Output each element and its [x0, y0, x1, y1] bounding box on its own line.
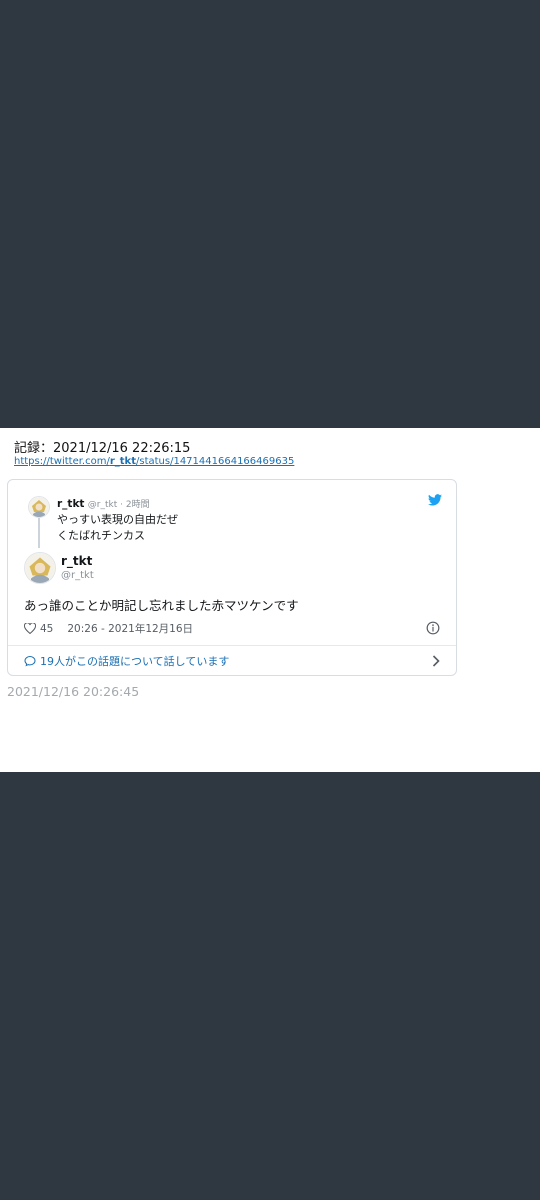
avatar-illustration-icon: [25, 553, 55, 583]
like-count[interactable]: 45: [40, 623, 53, 635]
status-link-prefix: https://twitter.com/: [14, 456, 110, 467]
main-avatar[interactable]: [24, 552, 56, 584]
twitter-bird-icon[interactable]: [428, 494, 442, 506]
author-display-name[interactable]: r_tkt: [61, 554, 92, 568]
parent-meta: @r_tkt · 2時間: [87, 500, 150, 510]
status-link[interactable]: https://twitter.com/r_tkt/status/1471441…: [14, 456, 294, 467]
embedded-tweet-card[interactable]: r_tkt @r_tkt · 2時間 やっすい表現の自由だぜ くたばれチンカス …: [7, 479, 457, 676]
talking-about-label: 19人がこの話題について話しています: [40, 654, 230, 668]
author-handle[interactable]: @r_tkt: [61, 570, 94, 581]
record-title: 記録：2021/12/16 22:26:15: [14, 441, 191, 456]
thread-line: [38, 518, 40, 548]
parent-avatar[interactable]: [28, 496, 50, 518]
chevron-right-icon: [432, 655, 440, 667]
info-icon[interactable]: [426, 621, 440, 635]
parent-line: やっすい表現の自由だぜ: [57, 513, 178, 526]
speech-bubble-icon: [24, 655, 36, 666]
captured-timestamp: 2021/12/16 20:26:45: [7, 684, 140, 699]
parent-tweet-text: やっすい表現の自由だぜ くたばれチンカス: [57, 512, 178, 544]
parent-line: くたばれチンカス: [57, 529, 145, 542]
avatar-illustration-icon: [29, 497, 49, 517]
archive-panel: 記録：2021/12/16 22:26:15 https://twitter.c…: [0, 428, 540, 772]
status-link-user: r_tkt: [109, 456, 136, 467]
heart-icon[interactable]: [24, 623, 36, 634]
tweet-text: あっ誰のことか明記し忘れました赤マツケンです: [24, 598, 299, 613]
parent-header: r_tkt @r_tkt · 2時間: [57, 497, 150, 510]
status-link-suffix: /status/1471441664166469635: [135, 456, 295, 467]
parent-display-name[interactable]: r_tkt: [57, 498, 84, 510]
tweet-timestamp[interactable]: 20:26 - 2021年12月16日: [67, 621, 193, 636]
talking-about-link[interactable]: 19人がこの話題について話しています: [24, 646, 440, 675]
tweet-meta-row: 45 20:26 - 2021年12月16日: [24, 621, 193, 636]
